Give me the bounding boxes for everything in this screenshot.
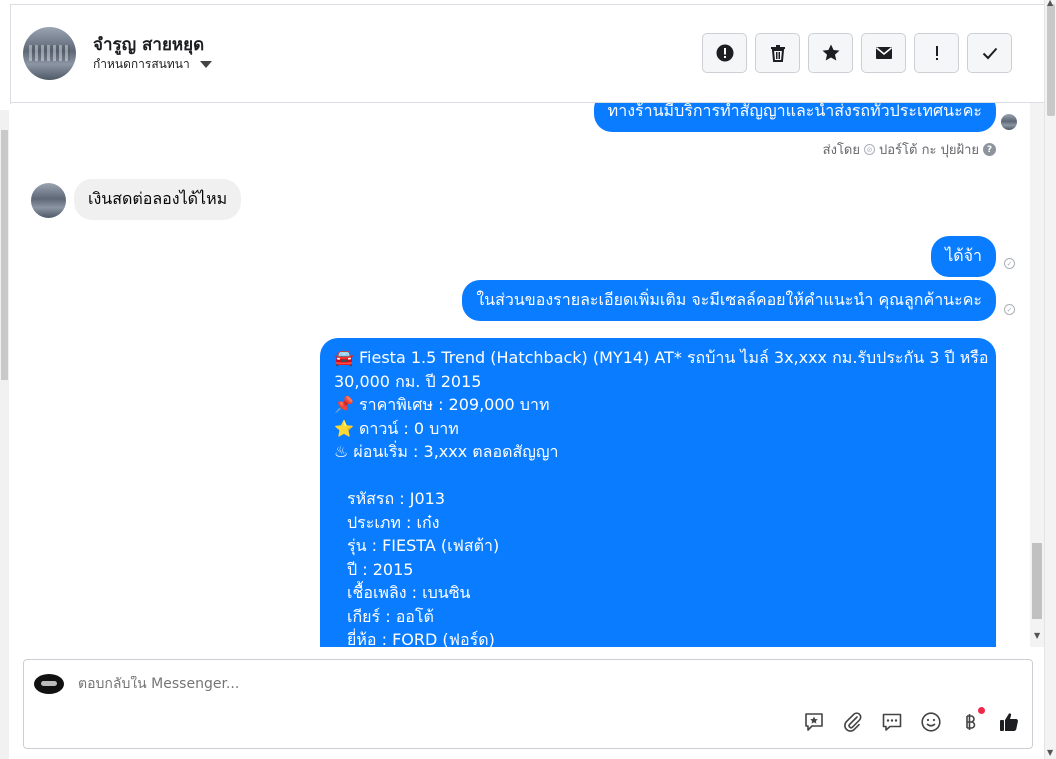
attach-button[interactable] (841, 710, 864, 733)
sent-by-info: ส่งโดย ⊘ ปอร์โต้ กะ ปุยฝ้าย ? (823, 139, 996, 160)
header-actions (702, 33, 1012, 73)
outgoing-message: ทางร้านมีบริการทำสัญญาและนำส่งรถทั่วประเ… (593, 103, 996, 132)
contact-avatar-small (31, 183, 66, 218)
caret-down-icon (199, 61, 212, 68)
card-code-line: รหัสรถ : J013 (347, 489, 446, 508)
card-fuel-line: เชื้อเพลิง : เบนซิน (347, 583, 471, 602)
thread-scrollbar[interactable]: ▼ (1030, 103, 1044, 647)
card-gear-line: เกียร์ : ออโต้ (347, 606, 434, 626)
outgoing-message: ในส่วนของรายละเอียดเพิ่มเติม จะมีเซลล์คอ… (462, 280, 996, 321)
card-year-line: ปี : 2015 (347, 559, 414, 579)
sent-by-prefix: ส่งโดย (822, 143, 860, 158)
mark-done-button[interactable] (967, 33, 1012, 73)
contact-avatar[interactable] (23, 27, 76, 80)
card-title-line-2: 30,000 กม. ปี 2015 (334, 371, 482, 391)
page-scrollbar[interactable]: ▲ ▼ (1044, 0, 1056, 759)
page-avatar (1001, 114, 1017, 130)
star-button[interactable] (808, 33, 853, 73)
blocked-icon: ⊘ (864, 144, 875, 155)
card-installment-line: ♨ ผ่อนเริ่ม : 3,xxx ตลอดสัญญา (334, 442, 559, 461)
contact-name[interactable]: จำรูญ สายหยุด (93, 31, 204, 58)
exclamation-icon (935, 46, 938, 60)
alert-circle-icon (716, 44, 733, 62)
emoji-button[interactable] (919, 710, 942, 733)
composer-toolbar (802, 707, 1020, 733)
delete-button[interactable] (755, 33, 800, 73)
saved-reply-button[interactable] (802, 710, 825, 733)
chat-bubble-icon (882, 713, 901, 731)
attachment-icon (843, 711, 861, 732)
checkmark-icon (982, 47, 997, 60)
trash-icon (770, 45, 785, 62)
scroll-up-arrow-icon[interactable]: ▲ (1047, 0, 1053, 7)
conversation-header: จำรูญ สายหยุด กำหนดการสนทนา (11, 5, 1044, 103)
card-price-line: 📌 ราคาพิเศษ : 209,000 บาท (334, 395, 550, 414)
incoming-message: เงินสดต่อลองได้ไหม (74, 179, 242, 220)
card-type-line: ประเภท : เก๋ง (347, 512, 440, 532)
card-spacer (334, 464, 982, 488)
notification-dot (978, 707, 985, 714)
sent-by-name[interactable]: ปอร์โต้ กะ ปุยฝ้าย (879, 139, 979, 160)
message-thread[interactable]: ทางร้านมีบริการทำสัญญาและนำส่งรถทั่วประเ… (11, 103, 1030, 647)
envelope-icon (875, 47, 892, 59)
card-down-line: ⭐ ดาวน์ : 0 บาท (334, 418, 459, 438)
card-title-line: 🚘 Fiesta 1.5 Trend (Hatchback) (MY14) AT… (334, 348, 989, 367)
messenger-inbox: ▲ ▼ จำรูญ สายหยุด กำหนดการสนทนา ทางร้านม… (0, 0, 1056, 759)
car-listing-message: 🚘 Fiesta 1.5 Trend (Hatchback) (MY14) AT… (320, 338, 996, 647)
saved-reply-icon (804, 712, 823, 731)
baht-icon (965, 713, 975, 730)
thread-scroll-down-icon[interactable]: ▼ (1034, 631, 1040, 640)
sent-status-icon: ✓ (1004, 304, 1015, 315)
quick-reply-button[interactable] (880, 710, 903, 733)
scroll-down-arrow-icon[interactable]: ▼ (1047, 748, 1053, 757)
outgoing-message: ได้จ้า (931, 236, 996, 277)
thumbs-up-icon (999, 712, 1018, 731)
left-panel-scrollbar[interactable] (0, 110, 9, 759)
assign-label: กำหนดการสนทนา (93, 57, 190, 71)
page-logo-avatar (34, 674, 64, 694)
help-icon[interactable]: ? (983, 143, 996, 156)
star-icon (822, 44, 839, 61)
reply-input[interactable] (78, 676, 778, 692)
assign-conversation-dropdown[interactable]: กำหนดการสนทนา (93, 55, 212, 74)
card-brand-line: ยี่ห้อ : FORD (ฟอร์ด) (347, 630, 495, 647)
payment-button[interactable] (958, 707, 985, 733)
like-button[interactable] (997, 710, 1020, 733)
thread-scrollbar-thumb[interactable] (1032, 543, 1042, 619)
mark-spam-button[interactable] (702, 33, 747, 73)
follow-up-button[interactable] (914, 33, 959, 73)
reply-composer (23, 659, 1033, 749)
page-scrollbar-thumb[interactable] (1047, 4, 1055, 116)
mark-unread-button[interactable] (861, 33, 906, 73)
card-model-line: รุ่น : FIESTA (เฟสต้า) (347, 536, 500, 555)
left-scrollbar-thumb[interactable] (1, 130, 8, 380)
sent-status-icon: ✓ (1004, 258, 1015, 269)
emoji-icon (920, 711, 941, 732)
